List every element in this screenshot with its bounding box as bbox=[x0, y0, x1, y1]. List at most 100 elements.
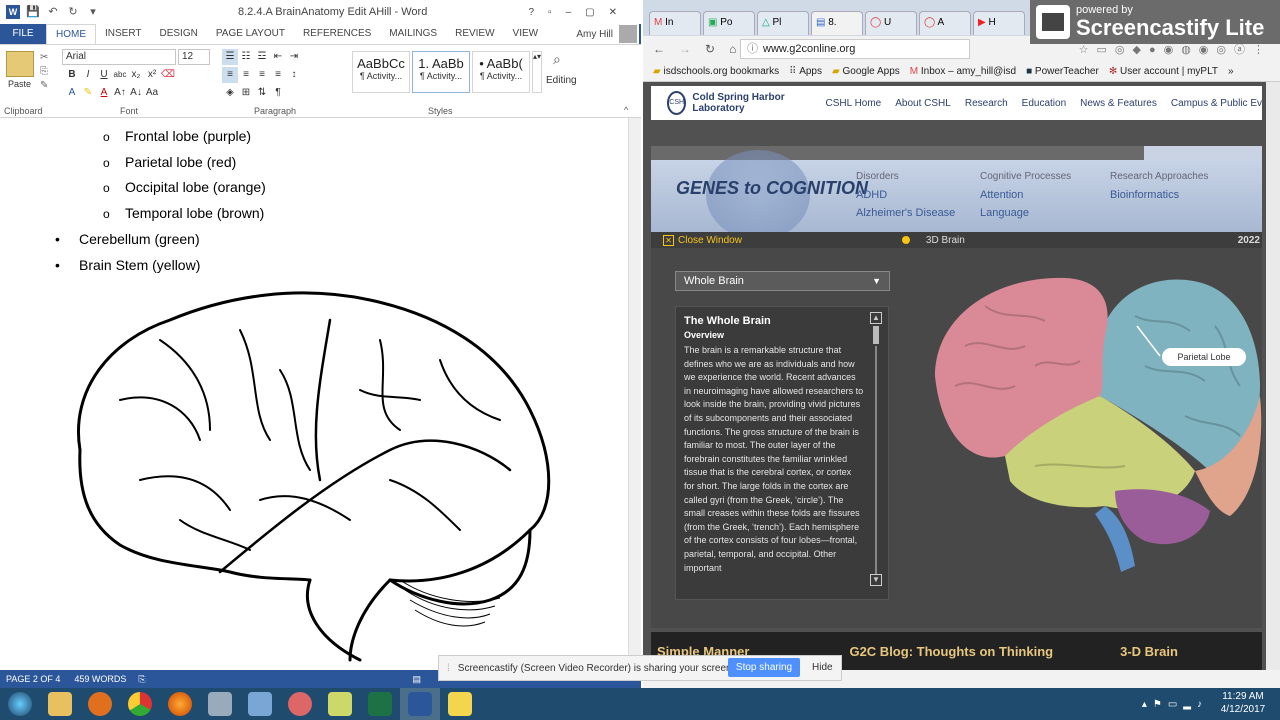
show-marks-icon[interactable]: ¶ bbox=[270, 85, 286, 101]
shrink-font-icon[interactable]: A↓ bbox=[128, 85, 144, 101]
italic-button[interactable]: I bbox=[80, 67, 96, 83]
tab-home[interactable]: HOME bbox=[46, 24, 96, 44]
calculator-button[interactable] bbox=[200, 688, 240, 720]
notes-button[interactable] bbox=[320, 688, 360, 720]
align-left-icon[interactable]: ≡ bbox=[222, 67, 238, 83]
find-icon[interactable]: ⌕ bbox=[553, 51, 561, 68]
cut-copy-icons[interactable]: ✂ ⎘ ✎ bbox=[40, 51, 48, 93]
editing-button[interactable]: Editing bbox=[546, 75, 577, 86]
bookmark-apps[interactable]: ⠿ Apps bbox=[789, 66, 822, 77]
change-case-icon[interactable]: Aa bbox=[144, 85, 160, 101]
highlight-icon[interactable]: ✎ bbox=[80, 85, 96, 101]
style-tile[interactable]: 1. AaBb ¶ Activity... bbox=[412, 51, 470, 93]
tray-icons[interactable]: ▴⚑▭▂♪ bbox=[1142, 699, 1208, 710]
align-right-icon[interactable]: ≡ bbox=[254, 67, 270, 83]
style-tile[interactable]: AaBbCc ¶ Activity... bbox=[352, 51, 410, 93]
save-icon[interactable]: 💾 bbox=[26, 5, 40, 19]
tab-insert[interactable]: INSERT bbox=[96, 24, 151, 44]
hide-button[interactable]: Hide bbox=[812, 658, 833, 677]
style-tile[interactable]: • AaBb(¶ Activity... bbox=[472, 51, 530, 93]
sort-icon[interactable]: ⇅ bbox=[254, 85, 270, 101]
justify-icon[interactable]: ≡ bbox=[270, 67, 286, 83]
redo-icon[interactable]: ↻ bbox=[66, 5, 80, 19]
address-field[interactable]: ⓘ www.g2conline.org bbox=[740, 39, 970, 59]
nav-cshl-home[interactable]: CSHL Home bbox=[825, 98, 881, 109]
excel-button[interactable] bbox=[360, 688, 400, 720]
region-dropdown[interactable]: Whole Brain ▼ bbox=[675, 271, 890, 291]
cshl-logo-icon[interactable]: CSH bbox=[667, 91, 687, 115]
bookmark-google-apps[interactable]: ▰ Google Apps bbox=[832, 66, 900, 77]
drag-handle-icon[interactable]: ⁞ bbox=[447, 663, 450, 674]
scroll-thumb[interactable] bbox=[873, 326, 879, 344]
forward-icon[interactable]: → bbox=[679, 42, 691, 56]
page-count[interactable]: PAGE 2 OF 4 bbox=[6, 674, 60, 684]
collapse-ribbon-icon[interactable]: ^ bbox=[624, 105, 628, 115]
window-controls[interactable]: ?▫–▢✕ bbox=[529, 7, 632, 18]
page-scrollbar[interactable] bbox=[1266, 82, 1280, 670]
nav-research[interactable]: Research bbox=[965, 98, 1008, 109]
browser-tab[interactable]: △ Pl bbox=[757, 11, 809, 35]
home-icon[interactable]: ⌂ bbox=[729, 42, 736, 56]
chrome-button[interactable] bbox=[120, 688, 160, 720]
brain-3d-model[interactable] bbox=[925, 266, 1265, 586]
browser-tab[interactable]: M In bbox=[649, 11, 701, 35]
g2c-logo[interactable]: GENES to COGNITION bbox=[676, 178, 868, 199]
word-button[interactable] bbox=[400, 688, 440, 720]
tab-view[interactable]: VIEW bbox=[504, 24, 548, 44]
category-link[interactable]: Attention bbox=[980, 189, 1071, 201]
close-window-link[interactable]: Close Window bbox=[678, 235, 742, 246]
increase-indent-icon[interactable]: ⇥ bbox=[286, 49, 302, 65]
bullets-icon[interactable]: ☰ bbox=[222, 49, 238, 65]
browser-tab[interactable]: ◯ A bbox=[919, 11, 971, 35]
category-link[interactable]: Language bbox=[980, 207, 1071, 219]
snipping-button[interactable] bbox=[280, 688, 320, 720]
explorer-button[interactable] bbox=[40, 688, 80, 720]
category-link[interactable]: ADHD bbox=[856, 189, 955, 201]
proofing-icon[interactable]: ⎘ bbox=[138, 674, 145, 685]
line-spacing-icon[interactable]: ↕ bbox=[286, 67, 302, 83]
bookmark-inbox[interactable]: M Inbox – amy_hill@isd bbox=[910, 66, 1016, 77]
avatar[interactable] bbox=[619, 25, 637, 43]
font-color-icon[interactable]: A bbox=[96, 85, 112, 101]
scroll-up-icon[interactable]: ▲ bbox=[870, 312, 882, 324]
stickies-button[interactable] bbox=[440, 688, 480, 720]
tab-references[interactable]: REFERENCES bbox=[294, 24, 380, 44]
tab-page-layout[interactable]: PAGE LAYOUT bbox=[207, 24, 294, 44]
close-icon[interactable]: ✕ bbox=[663, 234, 674, 246]
nav-news[interactable]: News & Features bbox=[1080, 98, 1157, 109]
document-scrollbar[interactable] bbox=[628, 118, 641, 666]
multilevel-icon[interactable]: ☲ bbox=[254, 49, 270, 65]
back-icon[interactable]: ← bbox=[653, 42, 665, 56]
grow-font-icon[interactable]: A↑ bbox=[112, 85, 128, 101]
info-scrollbar[interactable]: ▲ ▼ bbox=[870, 312, 882, 594]
paste-button[interactable]: Paste bbox=[8, 79, 31, 89]
text-effects-icon[interactable]: A bbox=[64, 85, 80, 101]
paste-icon[interactable] bbox=[6, 51, 34, 77]
category-link[interactable]: Bioinformatics bbox=[1110, 189, 1208, 201]
nav-education[interactable]: Education bbox=[1022, 98, 1066, 109]
network-button[interactable] bbox=[240, 688, 280, 720]
tab-review[interactable]: REVIEW bbox=[446, 24, 503, 44]
numbering-icon[interactable]: ☷ bbox=[238, 49, 254, 65]
subscript-button[interactable]: x₂ bbox=[128, 67, 144, 83]
read-mode-icon[interactable]: ▤ bbox=[412, 674, 421, 685]
shading-icon[interactable]: ◈ bbox=[222, 85, 238, 101]
bold-button[interactable]: B bbox=[64, 67, 80, 83]
start-button[interactable] bbox=[0, 688, 40, 720]
taskbar-clock[interactable]: 11:29 AM 4/12/2017 bbox=[1214, 690, 1272, 716]
stop-sharing-button[interactable]: Stop sharing bbox=[728, 658, 800, 677]
superscript-button[interactable]: x² bbox=[144, 67, 160, 83]
bookmark-powerteacher[interactable]: ■ PowerTeacher bbox=[1026, 66, 1099, 77]
scroll-down-icon[interactable]: ▼ bbox=[870, 574, 882, 586]
media-button[interactable] bbox=[80, 688, 120, 720]
site-search-box[interactable] bbox=[1144, 146, 1262, 160]
section-blog[interactable]: G2C Blog: Thoughts on Thinking bbox=[849, 644, 1053, 659]
bookmarks-overflow-icon[interactable]: » bbox=[1228, 66, 1234, 77]
category-link[interactable]: Alzheimer's Disease bbox=[856, 207, 955, 219]
clear-format-icon[interactable]: ⌫ bbox=[160, 67, 176, 83]
browser-tab[interactable]: ◯ U bbox=[865, 11, 917, 35]
browser-tab[interactable]: ▣ Po bbox=[703, 11, 755, 35]
document-page[interactable]: o Frontal lobe (purple) o Parietal lobe (r… bbox=[0, 118, 628, 666]
browser-tab[interactable]: ▤ 8. bbox=[811, 11, 863, 35]
borders-icon[interactable]: ⊞ bbox=[238, 85, 254, 101]
